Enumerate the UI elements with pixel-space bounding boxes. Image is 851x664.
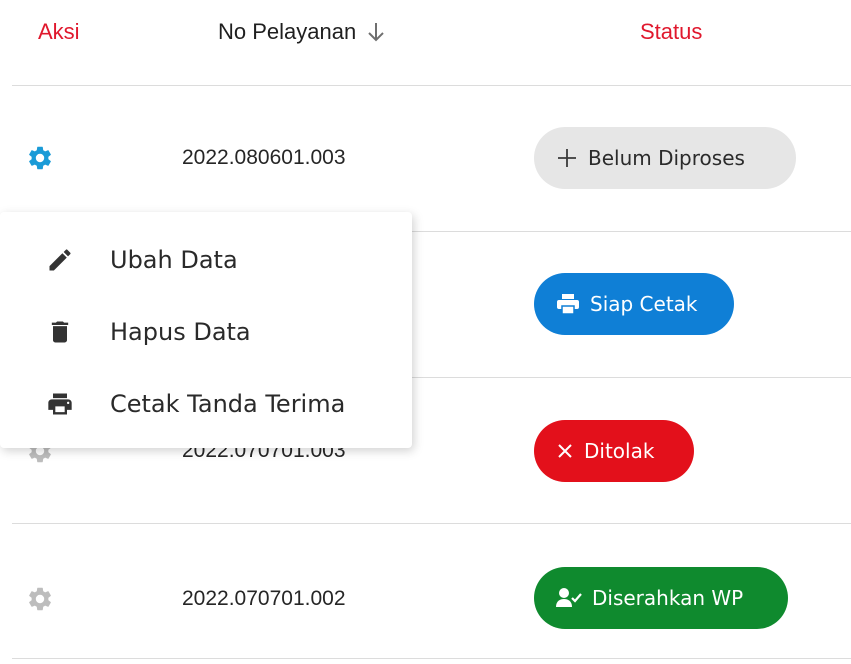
trash-icon xyxy=(51,321,69,343)
status-badge: Siap Cetak xyxy=(534,273,734,335)
status-label: Belum Diproses xyxy=(588,146,745,170)
status-badge: Belum Diproses xyxy=(534,127,796,189)
header-no-pelayanan[interactable]: No Pelayanan xyxy=(218,14,386,50)
header-aksi: Aksi xyxy=(38,19,80,44)
header-status: Status xyxy=(640,19,703,44)
menu-item-label: Hapus Data xyxy=(110,318,251,346)
printer-icon xyxy=(48,393,72,415)
status-badge: Diserahkan WP xyxy=(534,567,788,629)
action-menu: Ubah Data Hapus Data Cetak Tanda Terima xyxy=(0,212,412,448)
status-label: Siap Cetak xyxy=(590,292,698,316)
menu-item-ubah-data[interactable]: Ubah Data xyxy=(0,224,412,296)
sort-arrow-down-icon[interactable] xyxy=(366,20,386,44)
divider xyxy=(12,85,851,86)
status-label: Diserahkan WP xyxy=(592,586,744,610)
menu-item-label: Ubah Data xyxy=(110,246,238,274)
menu-item-hapus-data[interactable]: Hapus Data xyxy=(0,296,412,368)
row-no-pelayanan: 2022.080601.003 xyxy=(182,146,346,169)
header-no-pelayanan-label: No Pelayanan xyxy=(218,19,357,44)
plus-icon xyxy=(558,149,576,167)
gear-icon[interactable] xyxy=(26,144,54,172)
menu-item-label: Cetak Tanda Terima xyxy=(110,390,346,418)
data-table: Aksi No Pelayanan Status 2022.080601.003… xyxy=(0,0,851,664)
gear-icon[interactable] xyxy=(26,585,54,613)
row-no-pelayanan: 2022.070701.002 xyxy=(182,587,346,610)
user-check-icon xyxy=(556,588,582,607)
divider xyxy=(12,523,851,524)
divider xyxy=(12,658,851,659)
status-badge: Ditolak xyxy=(534,420,694,482)
status-label: Ditolak xyxy=(584,439,655,463)
menu-item-cetak-tanda-terima[interactable]: Cetak Tanda Terima xyxy=(0,368,412,440)
printer-icon xyxy=(557,294,579,315)
close-icon xyxy=(558,444,572,458)
pencil-icon xyxy=(49,249,71,271)
